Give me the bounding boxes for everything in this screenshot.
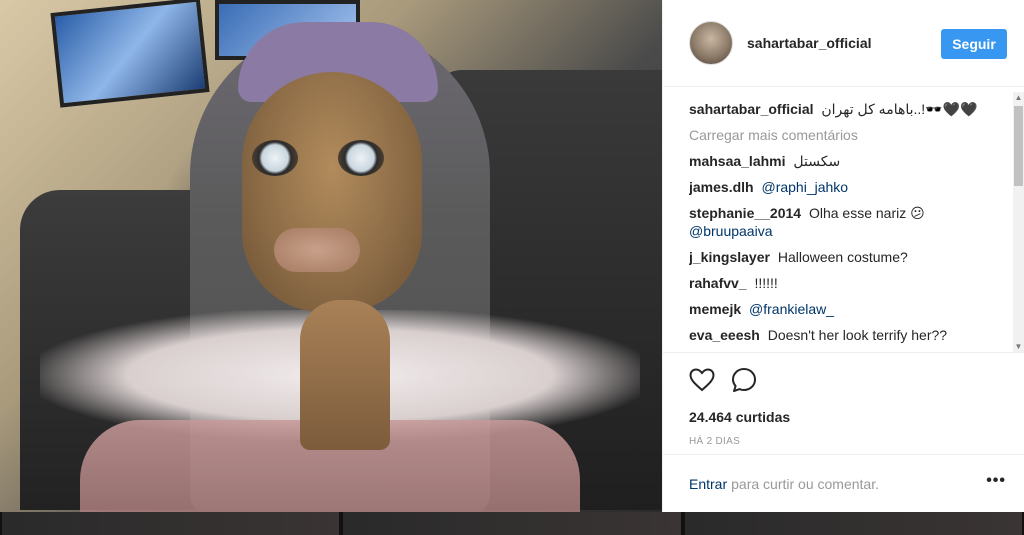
comment-username[interactable]: stephanie__2014 — [689, 205, 801, 221]
load-more-comments-button[interactable]: Carregar mais comentários — [689, 126, 1005, 144]
scroll-up-icon[interactable]: ▲ — [1013, 92, 1024, 103]
comment-text: سکستل — [793, 153, 841, 169]
comment-username[interactable]: james.dlh — [689, 179, 754, 195]
comment-username[interactable]: j_kingslayer — [689, 249, 770, 265]
photo-subject-face — [242, 72, 422, 312]
comment-icon[interactable] — [731, 367, 757, 393]
scrollbar-thumb[interactable] — [1014, 106, 1023, 186]
caption-username[interactable]: sahartabar_official — [689, 101, 814, 117]
login-prompt: Entrar para curtir ou comentar. ••• — [663, 454, 1024, 512]
post-timestamp: HÁ 2 DIAS — [689, 436, 741, 447]
follow-button[interactable]: Seguir — [941, 29, 1007, 59]
comment-username[interactable]: memejk — [689, 301, 741, 317]
post-photo[interactable] — [0, 0, 662, 512]
comment-text: Doesn't her look terrify her?? — [767, 327, 948, 343]
author-username[interactable]: sahartabar_official — [747, 35, 872, 51]
comment-mention-link[interactable]: @bruupaaiva — [689, 223, 773, 239]
comment-row: eva_eeesh Doesn't her look terrify her?? — [689, 326, 1005, 344]
comment-mention-link[interactable]: @frankielaw_ — [749, 301, 834, 317]
photo-subject-eye — [252, 140, 298, 176]
comment-row: james.dlh @raphi_jahko — [689, 178, 1005, 196]
comment-username[interactable]: eva_eeesh — [689, 327, 760, 343]
comment-row: j_kingslayer Halloween costume? — [689, 248, 1005, 266]
avatar[interactable] — [689, 21, 733, 65]
comment-text: !!!!!! — [754, 275, 778, 291]
related-posts-strip — [0, 512, 1024, 535]
photo-subject-hand — [300, 300, 390, 450]
login-prompt-text: para curtir ou comentar. — [731, 475, 879, 492]
comment-row: stephanie__2014 Olha esse nariz 😕 @bruup… — [689, 204, 1005, 240]
post-header: sahartabar_official Seguir — [663, 0, 1024, 87]
comment-mention-link[interactable]: @raphi_jahko — [761, 179, 848, 195]
scroll-down-icon[interactable]: ▼ — [1013, 341, 1024, 352]
comment-text: Olha esse nariz 😕 — [808, 205, 925, 221]
related-post-thumbnail[interactable] — [684, 512, 1022, 535]
comment-username[interactable]: mahsaa_lahmi — [689, 153, 786, 169]
comment-row: mahsaa_lahmi سکستل — [689, 152, 1005, 170]
post-sidebar: sahartabar_official Seguir sahartabar_of… — [662, 0, 1024, 512]
more-options-icon[interactable]: ••• — [986, 472, 1006, 490]
action-icons — [689, 365, 998, 395]
photo-subject-eye — [338, 140, 384, 176]
likes-count[interactable]: 24.464 curtidas — [689, 409, 998, 425]
comments-scrollbar[interactable]: ▲ ▼ — [1013, 92, 1024, 352]
comment-row: rahafvv_ !!!!!! — [689, 274, 1005, 292]
comments-list: sahartabar_official باهامه کل تهران..!🕶️… — [689, 100, 1005, 352]
caption: sahartabar_official باهامه کل تهران..!🕶️… — [689, 100, 1005, 118]
comment-username[interactable]: rahafvv_ — [689, 275, 747, 291]
comment-text: Halloween costume? — [777, 249, 908, 265]
photo-background-tv — [50, 0, 210, 108]
comment-row: memejk @frankielaw_ — [689, 300, 1005, 318]
related-post-thumbnail[interactable] — [2, 512, 340, 535]
photo-subject-lips — [274, 228, 360, 272]
login-link[interactable]: Entrar — [689, 476, 727, 492]
caption-text: باهامه کل تهران..!🕶️🖤🖤 — [821, 101, 978, 117]
post-actions: 24.464 curtidas HÁ 2 DIAS — [663, 352, 1024, 447]
related-post-thumbnail[interactable] — [343, 512, 681, 535]
heart-icon[interactable] — [689, 368, 715, 392]
